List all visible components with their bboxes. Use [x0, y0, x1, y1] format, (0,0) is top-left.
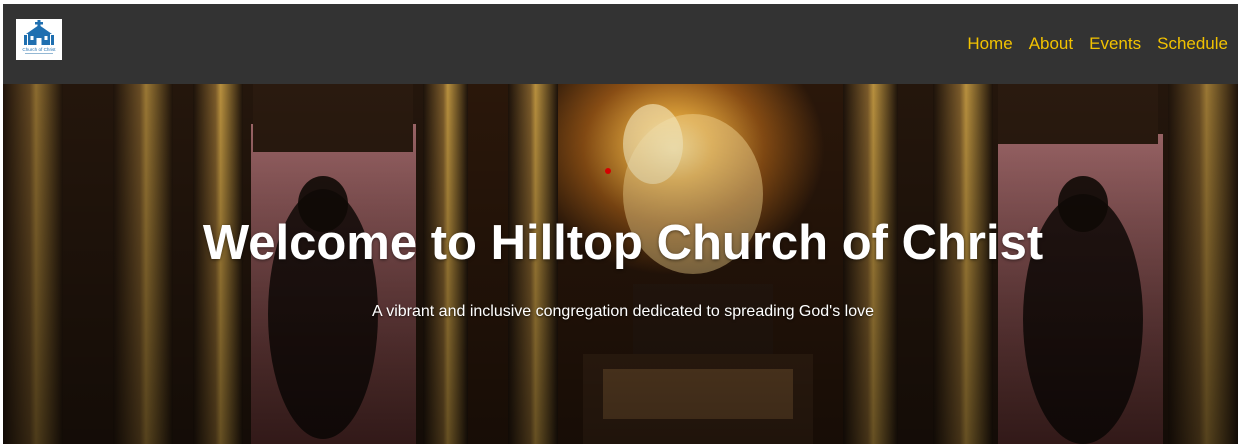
mouse-cursor-dot [605, 168, 611, 174]
top-navbar: Church of Christ Home About Events Sched… [3, 4, 1238, 84]
church-logo[interactable]: Church of Christ [16, 19, 62, 60]
church-logo-icon: Church of Christ [22, 20, 56, 54]
hero-subtitle: A vibrant and inclusive congregation ded… [371, 303, 875, 320]
nav-home-link[interactable]: Home [967, 34, 1012, 54]
nav-about-link[interactable]: About [1029, 34, 1073, 54]
page: Church of Christ Home About Events Sched… [3, 4, 1238, 444]
hero-banner: Welcome to Hilltop Church of Christ A vi… [3, 84, 1238, 444]
hero-title: Welcome to Hilltop Church of Christ [202, 216, 1044, 270]
nav-schedule-link[interactable]: Schedule [1157, 34, 1228, 54]
nav-events-link[interactable]: Events [1089, 34, 1141, 54]
main-nav: Home About Events Schedule [967, 34, 1228, 54]
logo-text: Church of Christ [22, 47, 56, 52]
